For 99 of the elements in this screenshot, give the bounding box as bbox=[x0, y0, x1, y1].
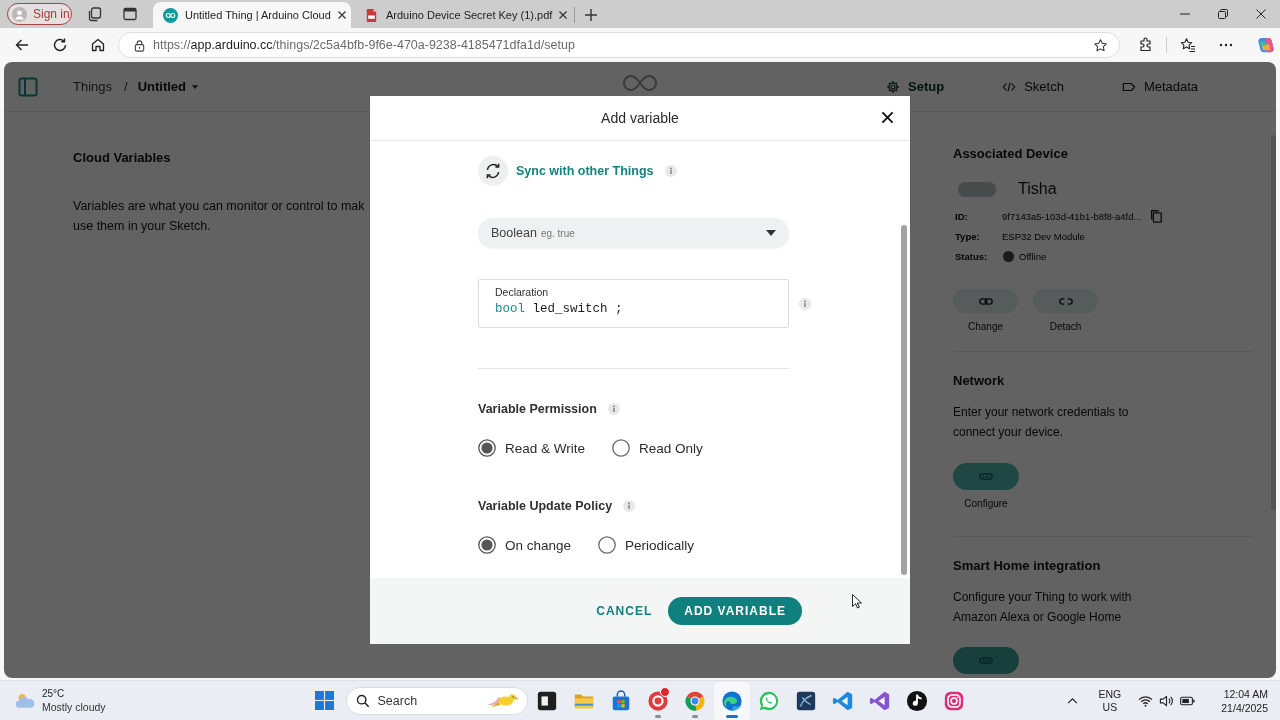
four-squares-icon[interactable] bbox=[314, 691, 334, 710]
section-title: Cloud Variables bbox=[73, 150, 171, 166]
dialog-title: Add variable bbox=[601, 110, 679, 126]
app-logo-icon[interactable] bbox=[1256, 35, 1275, 55]
info-icon[interactable] bbox=[799, 297, 811, 310]
clock-time[interactable]: 12:04 AM bbox=[1223, 686, 1268, 701]
section-title: Associated Device bbox=[953, 146, 1068, 162]
search-icon bbox=[355, 693, 370, 708]
button-caption: Detach bbox=[1049, 320, 1082, 334]
section-description: Variables are what you can monitor or control to mak use them in your Sketch. bbox=[73, 198, 365, 235]
puzzle-icon[interactable] bbox=[1138, 37, 1154, 53]
segmented-circle-icon bbox=[683, 689, 706, 712]
weather-temperature: 25°C bbox=[42, 687, 65, 700]
address-field[interactable]: https://app.arduino.cc/things/2c5a4bfb-9f6e-470a-9238-4185471dfa1d/setup bbox=[118, 32, 1120, 58]
caret-icon bbox=[192, 84, 199, 89]
detail-value: ESP32 Dev Module bbox=[1002, 230, 1085, 242]
smart-home-button[interactable] bbox=[953, 647, 1019, 674]
info-icon[interactable] bbox=[607, 403, 620, 415]
document-icon bbox=[364, 7, 379, 23]
speaker-icon[interactable] bbox=[1159, 694, 1175, 707]
lock-icon[interactable] bbox=[133, 38, 146, 52]
tab-actions-icon[interactable] bbox=[122, 6, 138, 22]
app-tile-icon bbox=[794, 689, 817, 712]
dots-icon bbox=[979, 656, 993, 665]
close-icon[interactable] bbox=[881, 111, 894, 124]
broken-link-icon bbox=[1058, 296, 1073, 306]
type-dropdown[interactable]: Boolean eg. true bbox=[478, 218, 789, 248]
favorites-icon[interactable] bbox=[1180, 37, 1196, 53]
dots-icon bbox=[979, 472, 993, 481]
workspaces-icon[interactable] bbox=[87, 6, 103, 22]
sync-icon[interactable] bbox=[478, 156, 508, 186]
group-title: Variable Update Policy bbox=[478, 499, 613, 513]
camera-icon bbox=[942, 689, 965, 712]
link-icon bbox=[978, 296, 993, 306]
breadcrumb-separator: / bbox=[124, 79, 128, 94]
detach-button[interactable] bbox=[1033, 289, 1098, 313]
home-icon[interactable] bbox=[90, 37, 106, 53]
detail-value: Offline bbox=[1019, 250, 1047, 262]
back-icon[interactable] bbox=[14, 37, 30, 53]
mouse-pointer-icon bbox=[852, 594, 862, 609]
section-title: Network bbox=[953, 373, 1005, 389]
detail-value: 9f7143a5-103d-41b1-b8f8-a4fd... bbox=[1002, 210, 1142, 222]
info-icon[interactable] bbox=[664, 165, 677, 177]
device-icon bbox=[958, 181, 996, 197]
star-icon[interactable] bbox=[1093, 37, 1108, 53]
add-variable-button[interactable]: ADD VARIABLE bbox=[668, 597, 802, 625]
weather-condition: Mostly cloudy bbox=[42, 700, 106, 714]
battery-icon[interactable] bbox=[1180, 694, 1196, 707]
reload-icon[interactable] bbox=[52, 37, 68, 53]
button-caption: Change bbox=[968, 320, 1003, 334]
wifi-icon[interactable] bbox=[1138, 694, 1154, 707]
chat-bubble-icon bbox=[757, 689, 780, 712]
change-button[interactable] bbox=[953, 289, 1018, 313]
radio-option[interactable]: Read & Write bbox=[478, 439, 586, 457]
code-icon bbox=[1002, 79, 1017, 94]
declaration-code: bool led_switch ; bbox=[495, 302, 623, 316]
detail-label: Status: bbox=[955, 250, 989, 262]
copy-icon[interactable] bbox=[1149, 209, 1164, 223]
button-caption: Configure bbox=[964, 497, 1008, 511]
chevron-up-icon[interactable] bbox=[1066, 697, 1078, 704]
close-icon[interactable] bbox=[336, 10, 347, 20]
section-description: Configure your Thing to work with Amazon Alexa or Google Home bbox=[953, 589, 1133, 626]
radio-option[interactable]: Read Only bbox=[612, 439, 703, 457]
ribbon-icon bbox=[868, 689, 891, 712]
scrollbar[interactable] bbox=[901, 225, 907, 575]
sidebar-icon[interactable] bbox=[18, 76, 38, 97]
gear-icon bbox=[886, 79, 900, 94]
infinity-logo-icon bbox=[163, 7, 178, 23]
cancel-button[interactable]: CANCEL bbox=[596, 604, 653, 618]
infinity-logo-icon bbox=[620, 73, 660, 92]
configure-button[interactable] bbox=[953, 463, 1019, 490]
field-label: Declaration bbox=[495, 285, 549, 299]
section-description: Enter your network credentials to connect your device. bbox=[953, 404, 1130, 441]
window-tile-icon bbox=[535, 689, 558, 712]
search-field[interactable]: Search bbox=[345, 686, 528, 715]
radio-option[interactable]: On change bbox=[478, 536, 572, 554]
close-icon[interactable] bbox=[558, 10, 569, 20]
group-title: Variable Permission bbox=[478, 402, 597, 416]
device-name: Tisha bbox=[1018, 180, 1057, 198]
input-language[interactable]: ENG US bbox=[1098, 687, 1122, 714]
scrollbar[interactable] bbox=[1271, 135, 1276, 510]
music-note-icon bbox=[905, 689, 928, 712]
person-icon bbox=[12, 6, 27, 22]
close-icon bbox=[1256, 9, 1266, 19]
sync-link[interactable]: Sync with other Things bbox=[516, 164, 654, 178]
wave-circle-icon bbox=[720, 689, 743, 712]
new-tab-icon[interactable] bbox=[583, 7, 599, 23]
caret-icon bbox=[766, 230, 776, 236]
detail-label: Type: bbox=[955, 230, 981, 242]
restore-icon bbox=[1218, 9, 1228, 19]
info-icon[interactable] bbox=[623, 500, 636, 512]
detail-label: ID: bbox=[955, 210, 969, 222]
code-ribbon-icon bbox=[831, 689, 854, 712]
browser-tab[interactable]: Untitled Thing | Arduino Cloud bbox=[153, 2, 351, 28]
section-title: Smart Home integration bbox=[953, 558, 1101, 574]
browser-tab[interactable]: Arduino Device Secret Key (1).pdf bbox=[354, 2, 572, 28]
profile-button[interactable]: Sign in bbox=[7, 3, 72, 25]
radio-option[interactable]: Periodically bbox=[598, 536, 695, 554]
clock-date[interactable]: 21/4/2025 bbox=[1221, 700, 1268, 715]
